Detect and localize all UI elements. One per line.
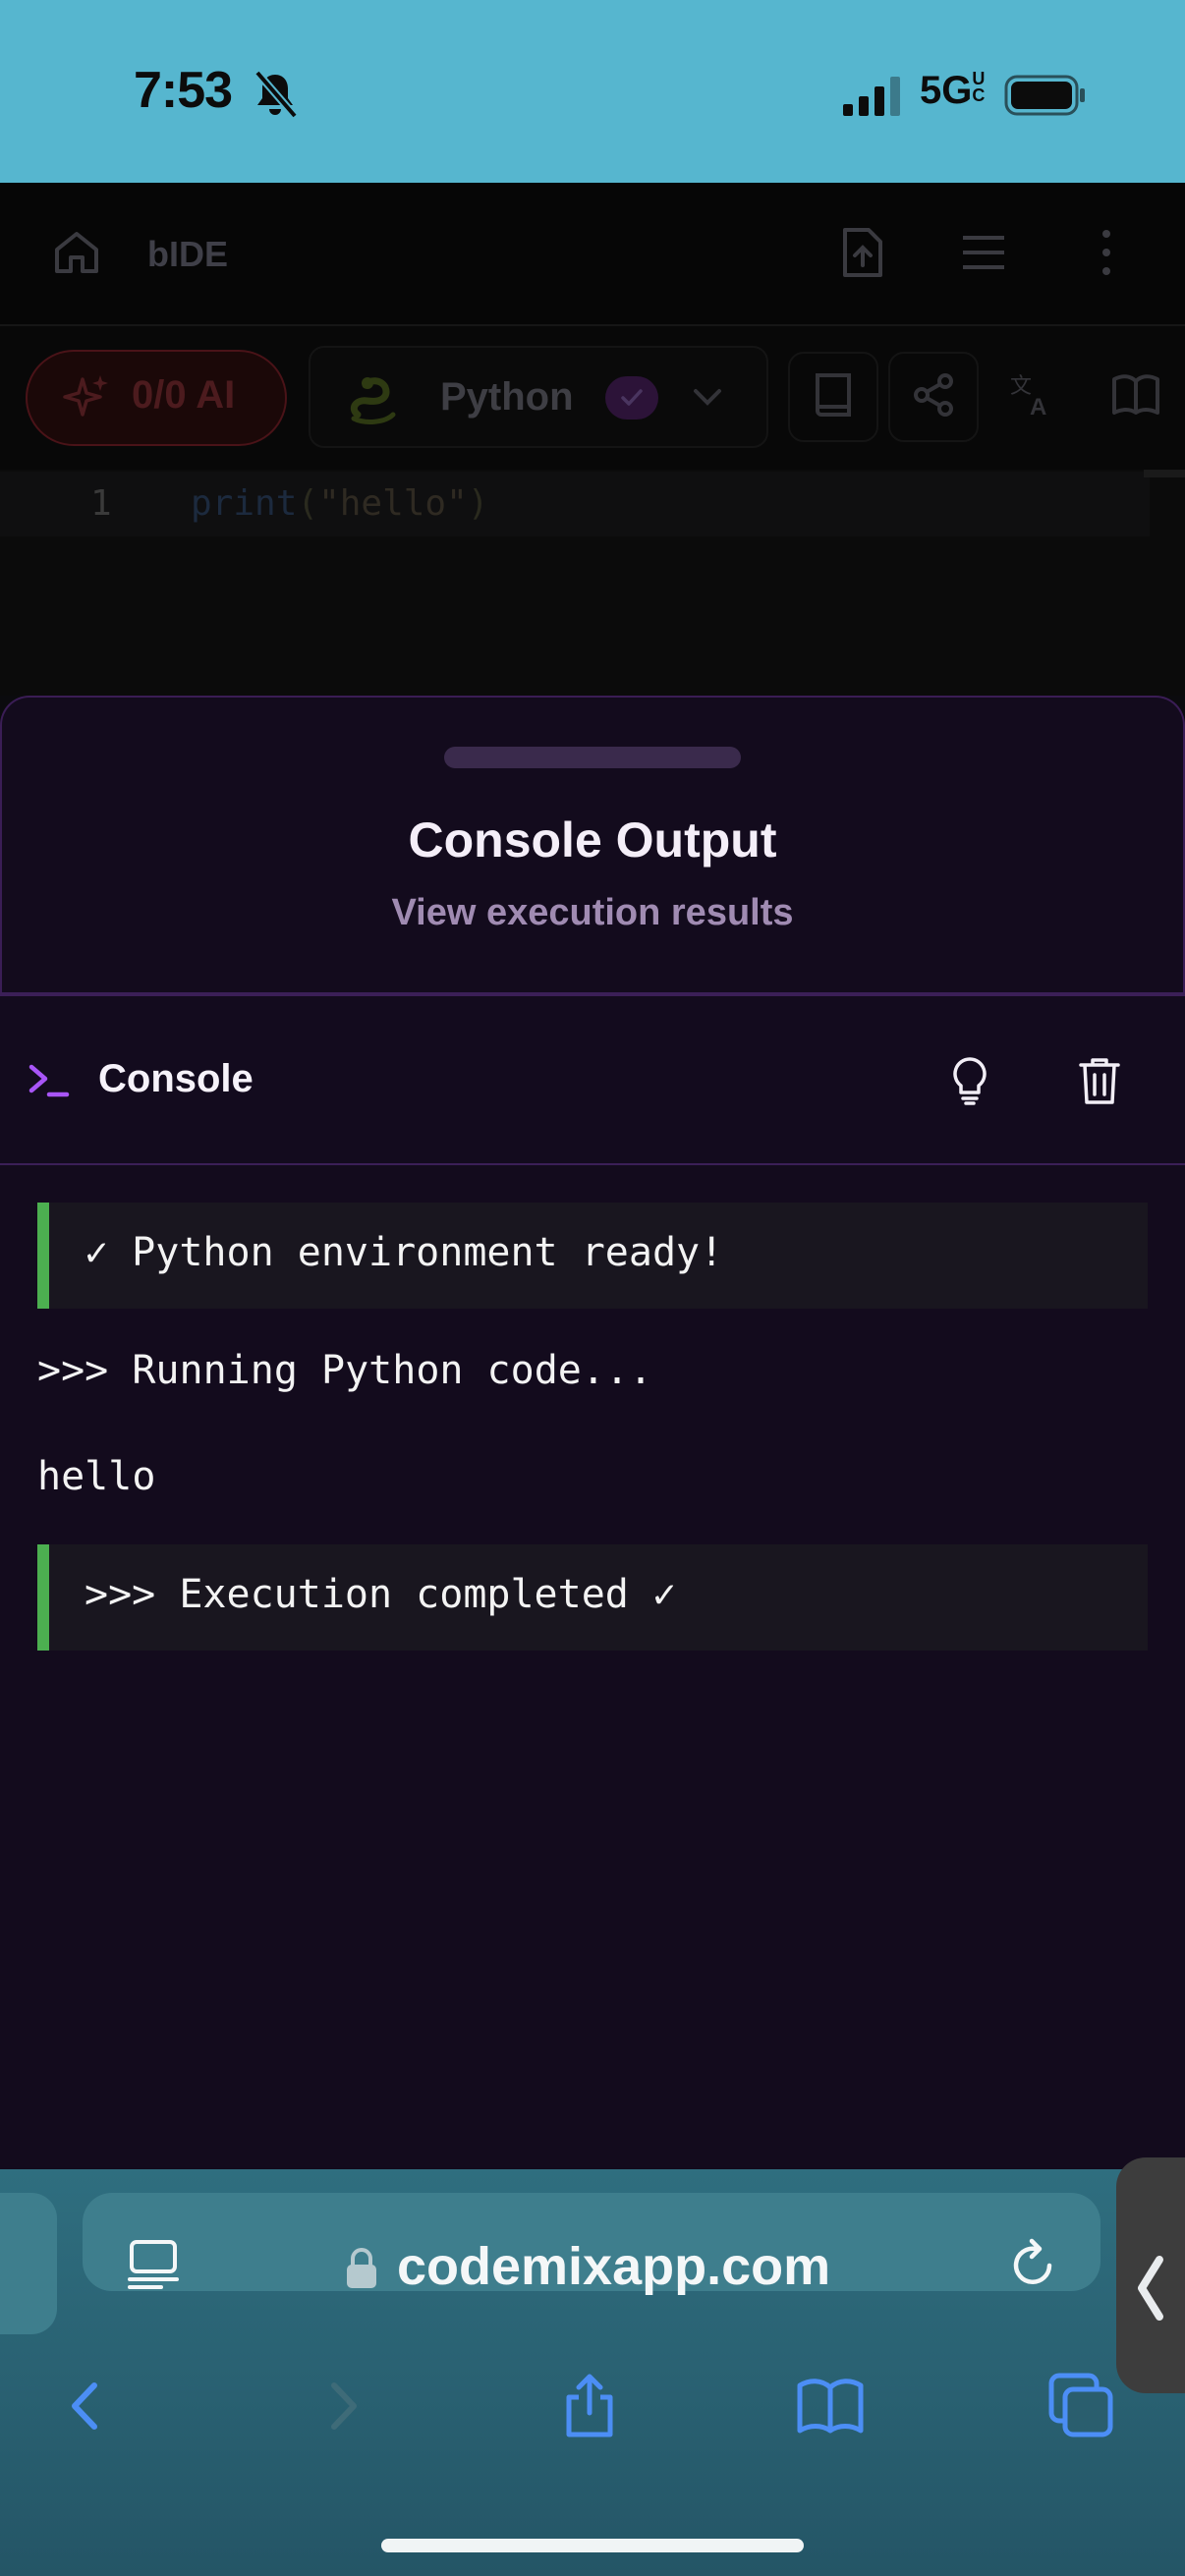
console-line: >>> Execution completed ✓ <box>85 1572 677 1617</box>
terminal-prompt-icon <box>28 1064 70 1097</box>
svg-text:A: A <box>1030 394 1046 420</box>
reader-icon[interactable] <box>126 2236 181 2291</box>
lock-icon <box>347 2248 376 2288</box>
battery-icon <box>1004 75 1085 116</box>
ai-credits-label: 0/0 AI <box>132 373 236 417</box>
book-icon <box>816 373 851 417</box>
editor-scrollbar[interactable] <box>1144 470 1185 477</box>
tabs-icon[interactable] <box>1047 2372 1116 2440</box>
lightbulb-icon[interactable] <box>949 1055 990 1106</box>
console-label: Console <box>98 1057 254 1100</box>
forward-icon[interactable] <box>309 2372 377 2440</box>
file-upload-icon[interactable] <box>837 226 888 279</box>
svg-text:文: 文 <box>1010 373 1032 398</box>
console-success-message: >>> Execution completed ✓ <box>37 1544 1148 1651</box>
current-line-highlight <box>0 472 1150 536</box>
app-title: bIDE <box>147 234 229 274</box>
open-book-icon[interactable] <box>1110 369 1161 420</box>
share-icon[interactable] <box>555 2372 624 2440</box>
bookmarks-icon[interactable] <box>796 2372 865 2440</box>
console-line: ✓ Python environment ready! <box>85 1230 724 1275</box>
previous-tab-peek[interactable] <box>0 2193 57 2334</box>
status-time: 7:53 <box>134 62 233 119</box>
share-icon <box>914 373 953 417</box>
line-number: 1 <box>90 483 112 524</box>
chevron-left-icon <box>1138 2256 1163 2321</box>
sheet-subtitle: View execution results <box>391 892 794 933</box>
network-type: 5GUC <box>920 69 986 112</box>
console-success-message: ✓ Python environment ready! <box>37 1203 1148 1309</box>
success-indicator <box>37 1203 49 1309</box>
home-indicator[interactable] <box>381 2539 804 2552</box>
translate-icon[interactable]: 文 A <box>1008 369 1059 420</box>
code-line[interactable]: print("hello") <box>191 483 488 524</box>
signal-icon <box>843 77 900 116</box>
sheet-drag-handle[interactable] <box>444 747 741 768</box>
home-icon[interactable] <box>51 226 102 277</box>
sparkle-icon <box>63 375 108 417</box>
kebab-menu-icon[interactable] <box>1097 228 1116 277</box>
trash-icon[interactable] <box>1077 1055 1122 1106</box>
chevron-down-icon <box>694 389 721 406</box>
console-line: hello <box>37 1454 156 1499</box>
sheet-title: Console Output <box>408 812 777 868</box>
menu-icon[interactable] <box>961 234 1006 271</box>
success-indicator <box>37 1544 49 1651</box>
bell-slash-icon <box>254 70 299 119</box>
back-icon[interactable] <box>51 2372 120 2440</box>
check-icon <box>621 389 643 406</box>
console-output-area <box>0 1165 1185 2169</box>
url-text: codemixapp.com <box>397 2237 831 2296</box>
python-snake-icon <box>350 377 396 424</box>
reload-icon[interactable] <box>1006 2238 1059 2291</box>
console-line: >>> Running Python code... <box>37 1348 653 1393</box>
language-label: Python <box>440 375 574 419</box>
